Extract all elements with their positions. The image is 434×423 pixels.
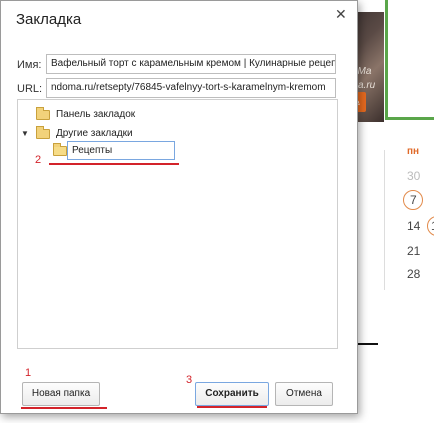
- folder-name-input[interactable]: Рецепты: [67, 141, 175, 160]
- folder-open-icon: [53, 143, 67, 156]
- new-folder-button[interactable]: Новая папка: [22, 382, 100, 406]
- annotation-number: 1: [25, 367, 32, 379]
- bookmark-dialog: Закладка ✕ Имя: Вафельный торт с карамел…: [0, 0, 358, 414]
- green-frame: [385, 0, 434, 120]
- annotation-number: 2: [35, 154, 42, 166]
- tree-item-label: Панель закладок: [56, 109, 136, 120]
- tree-item-other-bookmarks[interactable]: Другие закладки: [36, 125, 133, 139]
- tree-item-new-folder[interactable]: [53, 143, 67, 156]
- tree-item-label: Другие закладки: [56, 128, 133, 139]
- url-field[interactable]: ndoma.ru/retsepty/76845-vafelnyy-tort-s-…: [46, 78, 336, 98]
- save-button[interactable]: Сохранить: [195, 382, 269, 406]
- calendar-weekday: пн: [407, 146, 420, 157]
- calendar-day[interactable]: 14: [407, 219, 420, 233]
- annotation-number: 3: [186, 374, 193, 386]
- close-icon[interactable]: ✕: [335, 6, 347, 23]
- annotation-underline: [197, 406, 267, 408]
- name-field[interactable]: Вафельный торт с карамельным кремом | Ку…: [46, 54, 336, 74]
- calendar-day[interactable]: 7: [410, 193, 417, 207]
- calendar-day[interactable]: 30: [407, 169, 420, 183]
- tree-item-bookmarks-bar[interactable]: Панель закладок: [36, 106, 136, 120]
- name-label: Имя:: [17, 59, 42, 71]
- folder-icon: [36, 106, 50, 120]
- photo-watermark-sub: a.ru: [358, 80, 376, 91]
- divider: [384, 150, 385, 290]
- annotation-underline: [21, 407, 107, 409]
- dialog-title: Закладка: [16, 11, 82, 28]
- calendar-day[interactable]: 28: [407, 267, 420, 281]
- calendar-day[interactable]: 21: [407, 244, 420, 258]
- expand-arrow-icon[interactable]: ▼: [21, 129, 29, 138]
- folder-icon: [36, 125, 50, 139]
- cancel-button[interactable]: Отмена: [275, 382, 333, 406]
- annotation-underline: [49, 163, 179, 165]
- url-label: URL:: [17, 83, 43, 95]
